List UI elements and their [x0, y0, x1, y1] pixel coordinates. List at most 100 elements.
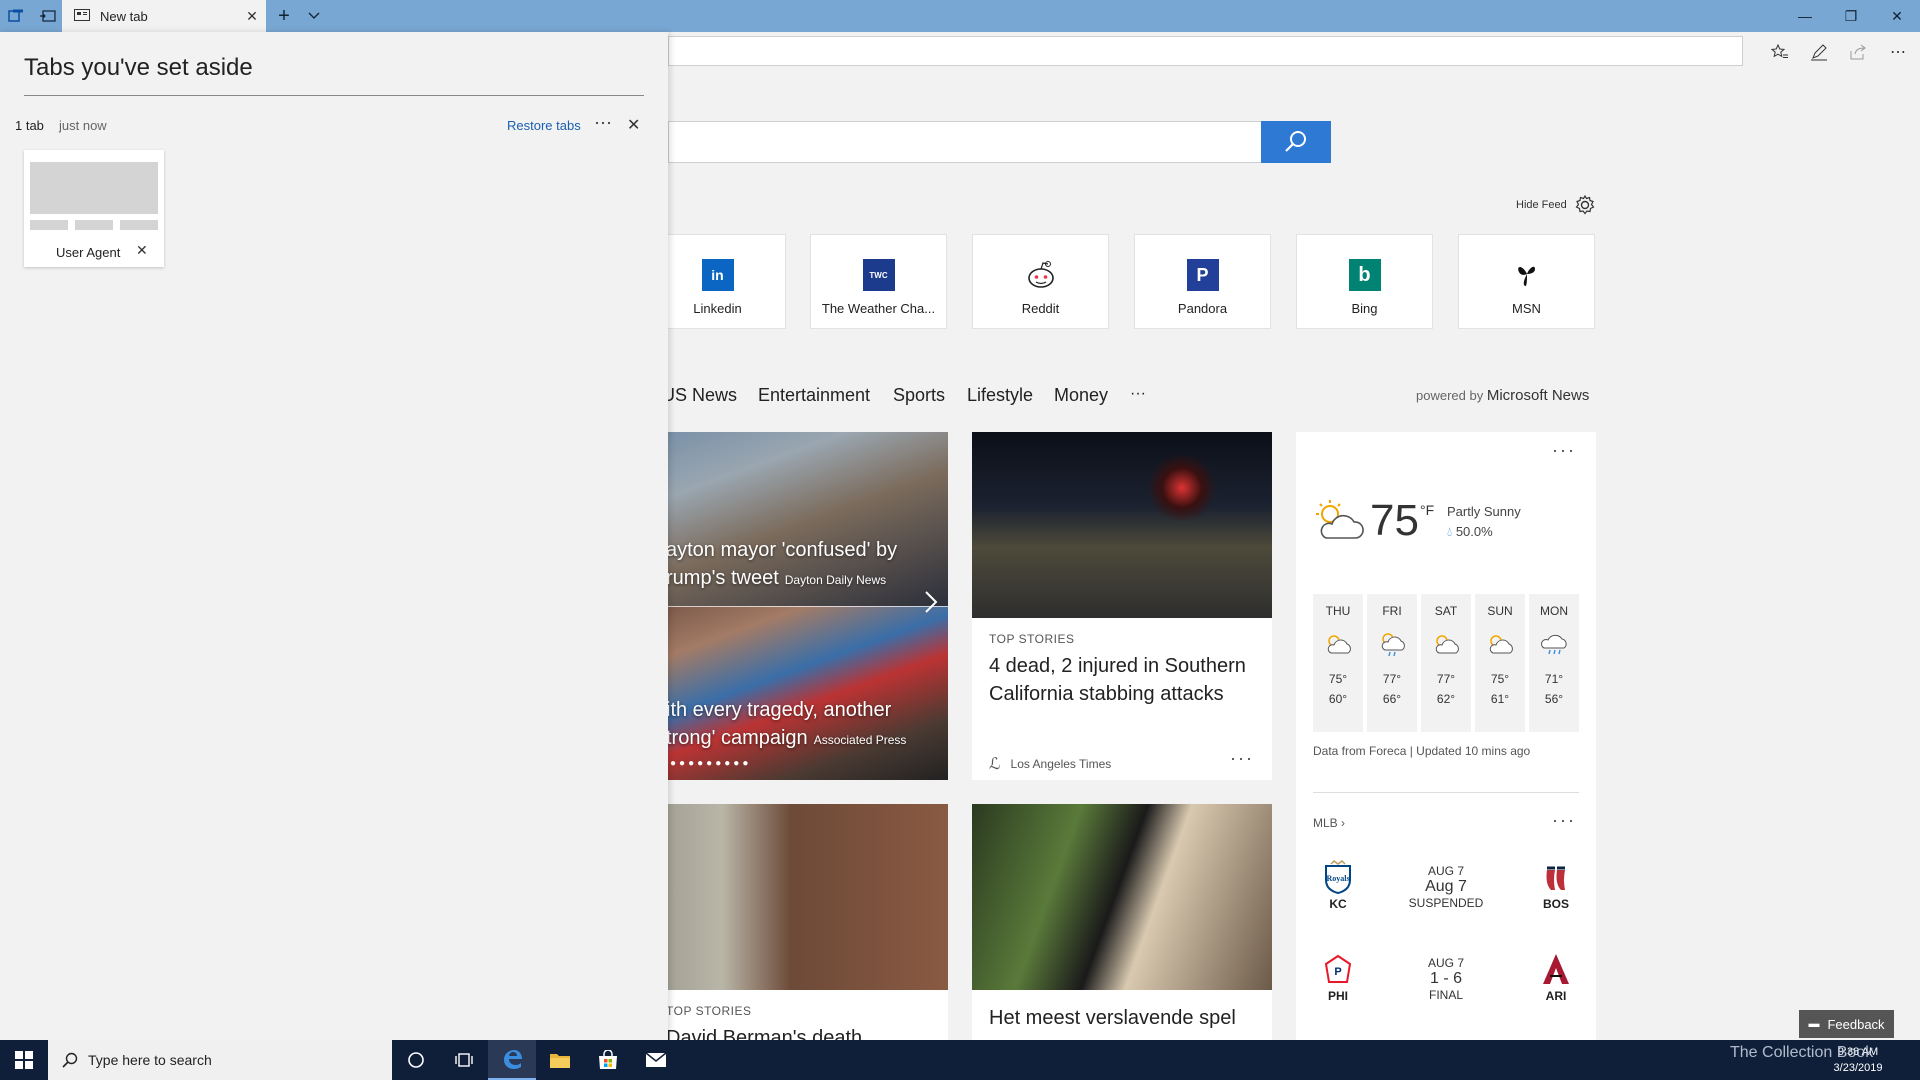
story-kicker: TOP STORIES: [666, 1004, 752, 1018]
partly-cloudy-icon: [1475, 624, 1525, 664]
mlb-more-button[interactable]: ···: [1552, 810, 1576, 831]
web-search-input[interactable]: [668, 121, 1261, 163]
top-site-msn[interactable]: MSN: [1458, 234, 1595, 329]
forecast-day[interactable]: SAT 77° 62°: [1421, 594, 1471, 732]
category-money[interactable]: Money: [1054, 385, 1108, 406]
carousel-pagination-dots[interactable]: ●●●●●●●●●: [670, 758, 751, 769]
carousel-next-icon[interactable]: [924, 590, 938, 619]
carousel-headline-2[interactable]: ith every tragedy, another trong' campai…: [666, 696, 946, 754]
story-headline[interactable]: 4 dead, 2 injured in Southern California…: [989, 652, 1259, 708]
category-us-news[interactable]: US News: [662, 385, 737, 406]
story-headline[interactable]: David Berman's death: [666, 1024, 936, 1040]
pen-icon[interactable]: [1805, 40, 1833, 64]
clock-date: 3/23/2019: [1833, 1062, 1883, 1074]
current-temperature: 75: [1370, 496, 1419, 545]
top-site-label: Reddit: [1021, 301, 1060, 316]
divider: [1313, 792, 1579, 793]
restore-button[interactable]: ❐: [1828, 0, 1874, 32]
share-icon[interactable]: [1844, 40, 1872, 64]
top-site-label: Bing: [1351, 301, 1378, 316]
category-entertainment[interactable]: Entertainment: [758, 385, 870, 406]
tabs-aside-icon[interactable]: [2, 0, 30, 32]
task-view-icon[interactable]: [440, 1040, 488, 1080]
feedback-label: Feedback: [1827, 1016, 1885, 1032]
news-card-game[interactable]: Het meest verslavende spel: [972, 804, 1272, 1040]
forecast-day[interactable]: FRI 77° 66°: [1367, 594, 1417, 732]
taskbar-search-input[interactable]: Type here to search: [48, 1040, 392, 1080]
tab-group-close-icon[interactable]: ✕: [627, 115, 640, 135]
edge-browser-icon[interactable]: [488, 1040, 536, 1080]
new-tab-button[interactable]: +: [272, 4, 296, 28]
mail-icon[interactable]: [632, 1040, 680, 1080]
precipitation: 💧︎ 50.0%: [1447, 524, 1493, 539]
remove-tab-close-icon[interactable]: ✕: [136, 242, 148, 259]
tab-title: New tab: [100, 8, 148, 24]
news-photo: [972, 432, 1272, 618]
news-card-stabbing[interactable]: TOP STORIES 4 dead, 2 injured in Souther…: [972, 432, 1272, 780]
top-site-reddit[interactable]: Reddit: [972, 234, 1109, 329]
reddit-logo-icon: [1025, 259, 1057, 291]
set-aside-tab-label: User Agent: [56, 245, 121, 260]
tab-group-more-button[interactable]: ···: [594, 112, 612, 133]
restore-tabs-link[interactable]: Restore tabs: [507, 118, 581, 133]
weather-footer[interactable]: Data from Foreca | Updated 10 mins ago: [1313, 744, 1530, 758]
diamondbacks-logo-icon: [1531, 952, 1581, 989]
red-sox-logo-icon: [1531, 860, 1581, 897]
pandora-logo-icon: P: [1186, 259, 1219, 291]
team-away[interactable]: Royals KC: [1313, 860, 1363, 911]
mlb-link[interactable]: MLB ›: [1313, 816, 1345, 830]
tab-group-count: 1 tab: [15, 118, 44, 133]
game-status[interactable]: AUG 7 Aug 7 SUSPENDED: [1386, 864, 1506, 910]
more-categories-button[interactable]: ···: [1130, 385, 1146, 403]
story-kicker: TOP STORIES: [989, 632, 1075, 646]
top-site-bing[interactable]: b Bing: [1296, 234, 1433, 329]
top-site-linkedin[interactable]: in Linkedin: [649, 234, 786, 329]
news-photo: [972, 804, 1272, 990]
favorites-star-icon[interactable]: [1766, 40, 1794, 64]
tab-new-tab[interactable]: New tab ✕: [62, 0, 266, 32]
windows-start-icon[interactable]: [0, 1040, 48, 1080]
weather-condition: Partly Sunny: [1447, 504, 1521, 519]
chevron-right-icon: ›: [1341, 816, 1346, 830]
carousel-divider: [666, 606, 948, 607]
file-explorer-icon[interactable]: [536, 1040, 584, 1080]
team-away[interactable]: P PHI: [1313, 952, 1363, 1003]
top-site-label: Pandora: [1177, 301, 1228, 316]
weather-channel-logo-icon: TWC: [862, 259, 895, 291]
royals-logo-icon: Royals: [1313, 860, 1363, 897]
temperature-unit[interactable]: °F: [1420, 502, 1434, 518]
story-more-button[interactable]: ···: [1230, 748, 1254, 769]
set-aside-tabs-icon[interactable]: [34, 0, 62, 32]
weather-more-button[interactable]: ···: [1552, 440, 1576, 461]
top-site-label: MSN: [1512, 301, 1541, 316]
forecast-day[interactable]: SUN 75° 61°: [1475, 594, 1525, 732]
forecast-day[interactable]: THU 75° 60°: [1313, 594, 1363, 732]
team-home[interactable]: ARI: [1531, 952, 1581, 1003]
tab-preview-chevron-icon[interactable]: [302, 4, 326, 28]
set-aside-tab-thumbnail[interactable]: User Agent ✕: [24, 150, 164, 267]
game-status[interactable]: AUG 7 1 - 6 FINAL: [1386, 956, 1506, 1002]
category-sports[interactable]: Sports: [893, 385, 945, 406]
category-lifestyle[interactable]: Lifestyle: [967, 385, 1033, 406]
search-icon: [62, 1052, 78, 1071]
carousel-source-2: Associated Press: [813, 733, 907, 747]
forecast-day[interactable]: MON 71° 56°: [1529, 594, 1579, 732]
gear-icon[interactable]: [1574, 194, 1596, 216]
hide-feed-link[interactable]: Hide Feed: [1516, 199, 1567, 211]
carousel-headline-1[interactable]: ayton mayor 'confused' by rump's tweet Da…: [666, 536, 946, 594]
address-field[interactable]: [668, 36, 1743, 66]
tab-preview: [120, 220, 158, 230]
story-headline[interactable]: Het meest verslavende spel: [989, 1004, 1259, 1032]
cortana-icon[interactable]: [392, 1040, 440, 1080]
top-site-pandora[interactable]: P Pandora: [1134, 234, 1271, 329]
search-button[interactable]: [1261, 121, 1331, 163]
close-window-button[interactable]: ✕: [1874, 0, 1920, 32]
settings-more-icon[interactable]: ⋯: [1884, 40, 1912, 64]
store-icon[interactable]: [584, 1040, 632, 1080]
story-source-row: ℒ Los Angeles Times: [989, 754, 1111, 774]
tab-close-icon[interactable]: ✕: [238, 8, 266, 25]
top-site-weather-channel[interactable]: TWC The Weather Cha...: [810, 234, 947, 329]
minimize-button[interactable]: —: [1782, 0, 1828, 32]
feedback-button[interactable]: ▬ Feedback: [1799, 1010, 1894, 1038]
team-home[interactable]: BOS: [1531, 860, 1581, 911]
